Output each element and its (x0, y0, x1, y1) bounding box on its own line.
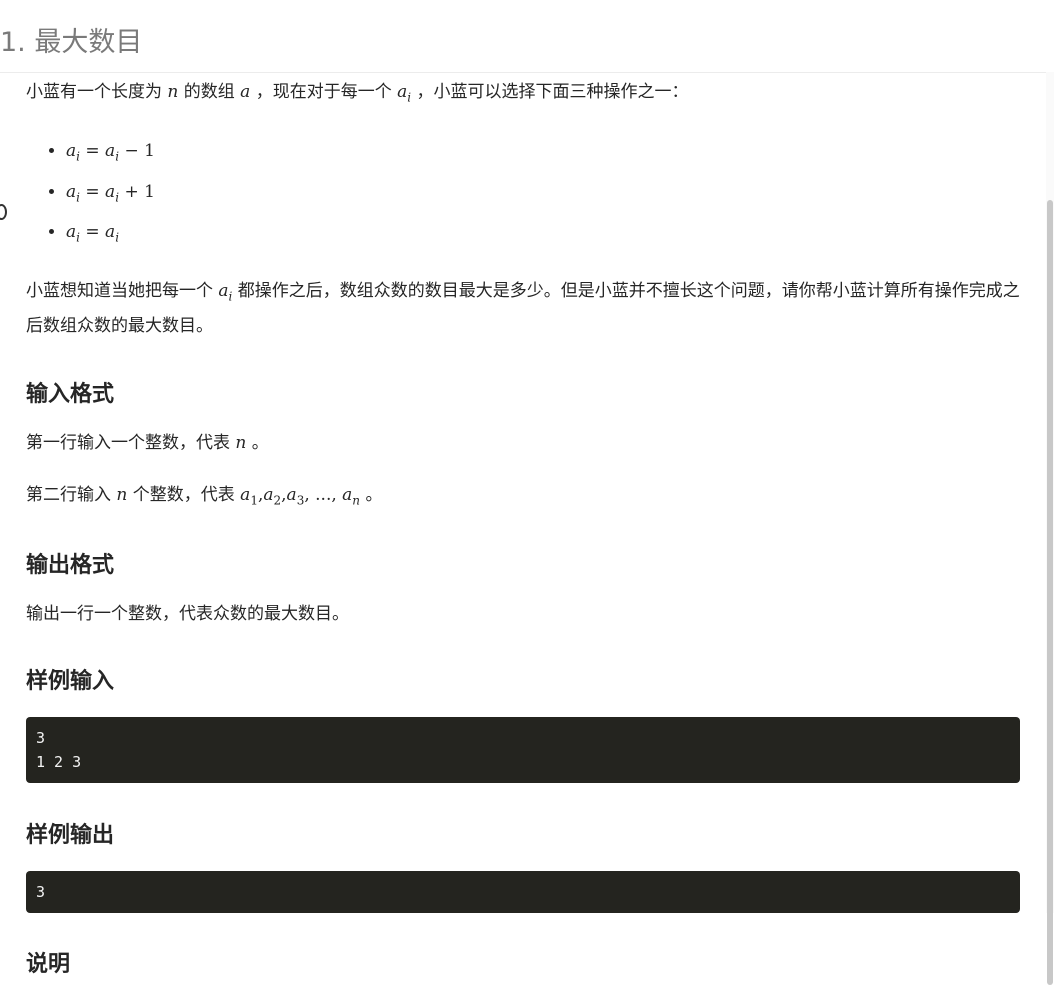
intro-text: 小蓝有一个长度为 (26, 82, 162, 102)
math-subscript: i (115, 230, 120, 245)
list-item: ai = ai (66, 215, 1020, 255)
sample-input-heading: 样例输入 (26, 669, 115, 695)
input-line-2: 第二行输入 n 个整数，代表 a1,a2,a3, ..., an 。 (26, 480, 1020, 515)
desc-text: 小蓝想知道当她把每一个 (26, 280, 213, 301)
math-subscript: 2 (273, 493, 282, 508)
math-number: 1 (144, 141, 155, 162)
math-operator: + (124, 181, 139, 202)
math-ai: a (397, 82, 408, 102)
scrollbar-track[interactable] (1046, 72, 1054, 985)
intro-text: ，现在对于每一个 (255, 82, 392, 102)
math-a: a (105, 141, 116, 162)
math-operator: = (85, 181, 100, 202)
input-text: 第二行输入 (26, 484, 111, 505)
math-subscript: i (115, 149, 120, 164)
intro-text: ，小蓝可以选择下面三种操作之一： (416, 82, 689, 102)
input-text: 个整数，代表 (132, 484, 235, 505)
math-ai: a (218, 280, 229, 301)
math-a: a (105, 222, 116, 243)
math-subscript: i (76, 149, 80, 164)
problem-content: 小蓝有一个长度为 n 的数组 a ，现在对于每一个 ai ，小蓝可以选择下面三种… (26, 72, 1020, 978)
math-a: a (263, 484, 274, 505)
edge-marker (0, 204, 7, 220)
problem-title: 1. 最大数目 (0, 27, 143, 58)
intro-paragraph: 小蓝有一个长度为 n 的数组 a ，现在对于每一个 ai ，小蓝可以选择下面三种… (26, 77, 1020, 112)
math-ellipsis: , ..., (304, 484, 343, 505)
output-format-heading: 输出格式 (26, 553, 115, 579)
math-a: a (105, 181, 116, 202)
explanation-heading: 说明 (26, 952, 71, 978)
input-format-heading: 输入格式 (26, 381, 115, 407)
math-operator: = (85, 141, 100, 162)
math-subscript: n (352, 493, 361, 508)
math-a: a (66, 141, 77, 162)
list-item: ai = ai − 1 (66, 134, 1020, 174)
math-subscript: 1 (250, 493, 258, 508)
scrollbar-thumb[interactable] (1047, 200, 1053, 985)
operations-list: ai = ai − 1 ai = ai + 1 ai = ai (26, 134, 1020, 255)
math-a: a (66, 181, 77, 202)
input-line-1: 第一行输入一个整数，代表 n 。 (26, 428, 1020, 458)
math-n: n (116, 484, 128, 505)
sample-input-code[interactable]: 3 1 2 3 (26, 717, 1020, 784)
math-a: a (342, 484, 353, 505)
math-a: a (240, 484, 251, 505)
sample-output-code[interactable]: 3 (26, 871, 1020, 914)
input-text: 。 (365, 484, 383, 505)
math-subscript: i (115, 190, 120, 205)
math-a: a (66, 222, 77, 243)
intro-text: 的数组 (183, 82, 235, 102)
input-text: 第一行输入一个整数，代表 (26, 432, 230, 453)
problem-header: 1. 最大数目 (0, 0, 1054, 73)
description-paragraph: 小蓝想知道当她把每一个 ai 都操作之后，数组众数的数目最大是多少。但是小蓝并不… (26, 276, 1020, 341)
math-subscript: i (76, 190, 80, 205)
math-n: n (235, 432, 247, 453)
math-a: a (286, 484, 297, 505)
math-a: a (240, 82, 251, 102)
math-subscript: i (228, 288, 233, 303)
math-subscript: i (76, 230, 80, 245)
output-text: 输出一行一个整数，代表众数的最大数目。 (26, 604, 349, 625)
sample-output-heading: 样例输出 (26, 823, 115, 849)
math-n: n (167, 82, 179, 102)
math-number: 1 (144, 181, 155, 202)
list-item: ai = ai + 1 (66, 175, 1020, 215)
input-text: 。 (251, 432, 269, 453)
math-operator: = (85, 222, 100, 243)
math-operator: − (124, 141, 139, 162)
math-subscript: i (407, 90, 412, 105)
